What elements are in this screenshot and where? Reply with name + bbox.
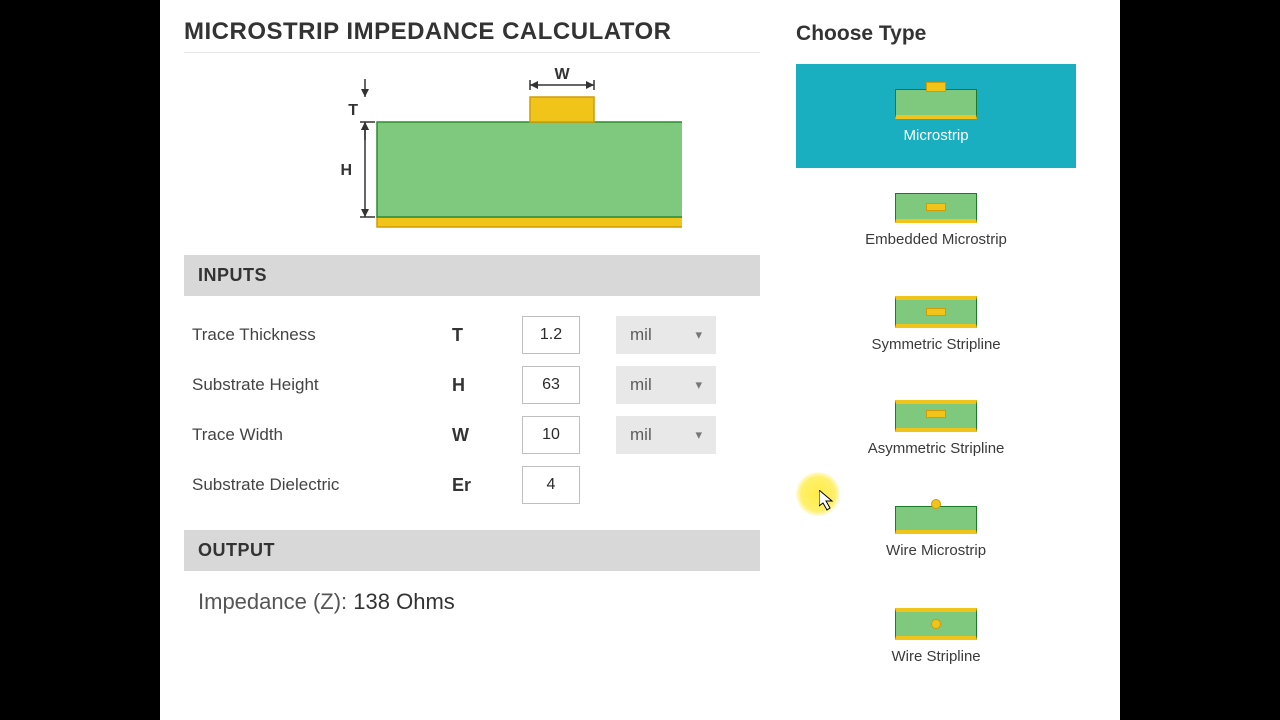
chevron-down-icon: ▾ bbox=[695, 327, 702, 343]
types-list: Microstrip Embedded Microstrip Symmetric S… bbox=[796, 64, 1096, 688]
diagram-label-w: W bbox=[554, 67, 570, 83]
right-column: Choose Type Microstrip Embedded Microstri… bbox=[778, 18, 1096, 720]
type-card-micro[interactable]: Microstrip bbox=[796, 64, 1076, 168]
type-card-sym[interactable]: Symmetric Stripline bbox=[796, 272, 1076, 376]
input-value-er[interactable] bbox=[522, 466, 580, 504]
unit-label: mil bbox=[630, 425, 652, 445]
calculator-page: MICROSTRIP IMPEDANCE CALCULATOR W bbox=[160, 0, 1120, 720]
input-value-w[interactable] bbox=[522, 416, 580, 454]
asym-thumb-icon bbox=[895, 400, 977, 432]
chevron-down-icon: ▾ bbox=[695, 377, 702, 393]
unit-label: mil bbox=[630, 325, 652, 345]
input-value-h[interactable] bbox=[522, 366, 580, 404]
microstrip-diagram: W T H bbox=[184, 67, 760, 237]
diagram-label-t: T bbox=[348, 102, 358, 119]
wirestrip-thumb-icon bbox=[895, 608, 977, 640]
chevron-down-icon: ▾ bbox=[695, 427, 702, 443]
input-label: Trace Width bbox=[192, 425, 452, 445]
wiremicro-thumb-icon bbox=[895, 506, 977, 534]
input-value-t[interactable] bbox=[522, 316, 580, 354]
input-row: Substrate DielectricEr bbox=[192, 460, 752, 510]
unit-select[interactable]: mil ▾ bbox=[616, 316, 716, 354]
type-label: Embedded Microstrip bbox=[865, 231, 1007, 248]
page-title: MICROSTRIP IMPEDANCE CALCULATOR bbox=[184, 18, 760, 46]
diagram-label-h: H bbox=[340, 162, 352, 179]
input-label: Substrate Dielectric bbox=[192, 475, 452, 495]
input-symbol: W bbox=[452, 425, 522, 446]
left-column: MICROSTRIP IMPEDANCE CALCULATOR W bbox=[184, 18, 778, 720]
input-row: Substrate HeightHmil ▾ bbox=[192, 360, 752, 410]
input-symbol: T bbox=[452, 325, 522, 346]
input-row: Trace WidthWmil ▾ bbox=[192, 410, 752, 460]
unit-select[interactable]: mil ▾ bbox=[616, 366, 716, 404]
type-label: Asymmetric Stripline bbox=[868, 440, 1005, 457]
output-label: Impedance (Z): bbox=[198, 589, 353, 614]
choose-type-title: Choose Type bbox=[796, 22, 1096, 46]
inputs-header: INPUTS bbox=[184, 255, 760, 296]
input-label: Trace Thickness bbox=[192, 325, 452, 345]
type-label: Wire Stripline bbox=[891, 648, 980, 665]
output-value: 138 Ohms bbox=[353, 589, 455, 614]
type-label: Wire Microstrip bbox=[886, 542, 986, 559]
type-card-embed[interactable]: Embedded Microstrip bbox=[796, 168, 1076, 272]
unit-select[interactable]: mil ▾ bbox=[616, 416, 716, 454]
output-header: OUTPUT bbox=[184, 530, 760, 571]
output-body: Impedance (Z): 138 Ohms bbox=[184, 571, 760, 633]
micro-thumb-icon bbox=[895, 89, 977, 119]
divider bbox=[184, 52, 760, 53]
sym-thumb-icon bbox=[895, 296, 977, 328]
input-label: Substrate Height bbox=[192, 375, 452, 395]
unit-label: mil bbox=[630, 375, 652, 395]
type-card-wirestrip[interactable]: Wire Stripline bbox=[796, 584, 1076, 688]
type-label: Symmetric Stripline bbox=[871, 336, 1000, 353]
input-symbol: Er bbox=[452, 475, 522, 496]
type-label: Microstrip bbox=[904, 127, 969, 144]
type-card-wiremicro[interactable]: Wire Microstrip bbox=[796, 480, 1076, 584]
embed-thumb-icon bbox=[895, 193, 977, 223]
type-card-asym[interactable]: Asymmetric Stripline bbox=[796, 376, 1076, 480]
input-row: Trace ThicknessTmil ▾ bbox=[192, 310, 752, 360]
input-symbol: H bbox=[452, 375, 522, 396]
inputs-body: Trace ThicknessTmil▾Substrate HeightHmil… bbox=[184, 296, 760, 530]
